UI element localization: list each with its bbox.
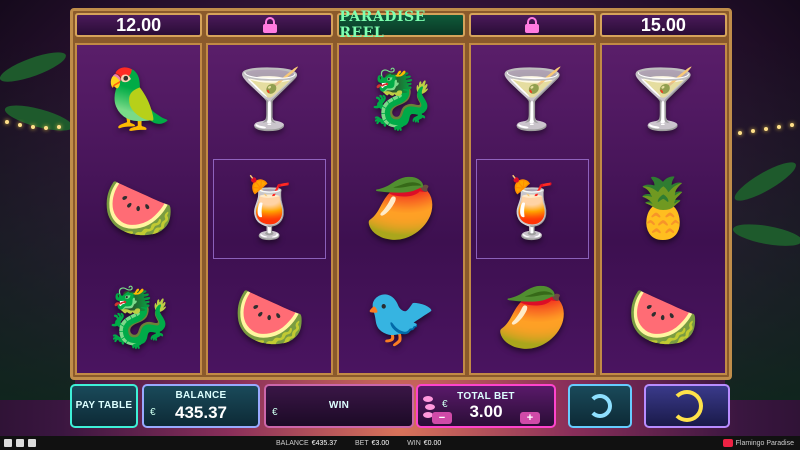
papaya-icon: 🥭 [496,285,569,351]
watermelon-icon: 🍉 [627,285,700,351]
reels-area: 🦜 🍉 🐉 🍸 🍹 🍉 🐉 🥭 🐦 🍸 🍹 🥭 🍸 🍍 🍉 [75,43,728,375]
bet-value: 3.00 [469,401,503,421]
win-panel: WIN € [264,384,414,428]
status-bet-value: €3.00 [371,439,390,447]
status-bet: BET €3.00 [355,440,389,447]
palm-tree-left [0,40,75,400]
orange-cocktail-icon: 🍹 [233,175,306,241]
reel-1-header: 12.00 [75,13,203,37]
control-bar: PAY TABLE BALANCE 435.37 € WIN € TOTAL B… [70,382,732,432]
dragon-fruit-icon: 🐉 [102,285,175,351]
toucan-icon: 🐦 [364,285,438,351]
bet-label: TOTAL BET [457,390,515,402]
game-title-banner: PARADISE REEL [337,9,465,41]
autoplay-button[interactable] [568,384,632,428]
win-label: WIN [328,399,350,411]
reel-cell: 🍍 [602,154,725,263]
reel-cell: 🐦 [339,264,462,373]
watermelon-icon: 🍉 [233,285,306,351]
status-bar: BALANCE €435.37 BET €3.00 WIN €0.00 Flaming… [0,436,800,450]
reel-cell: 🍉 [602,264,725,373]
balance-currency: € [150,407,156,418]
balance-label: BALANCE [175,389,227,401]
brand-name: Flamingo Paradise [735,439,794,447]
reel-cell: 🍉 [208,264,331,373]
reel-2-header[interactable] [206,13,334,37]
game-title: PARADISE REEL [339,9,426,41]
status-win-label: WIN [407,439,421,447]
autoplay-icon [588,394,612,418]
reel-4-header[interactable] [468,13,596,37]
reel-cell: 🍹 [471,154,594,263]
paytable-button[interactable]: PAY TABLE [70,384,138,428]
string-lights-left [0,120,75,130]
brand-logo-icon [722,439,733,447]
status-balance: BALANCE €435.37 [276,440,337,447]
status-win-value: €0.00 [423,439,442,447]
bet-currency: € [442,399,448,410]
reel-3: 🐉 🥭 🐦 [337,43,465,375]
blue-cocktail-icon: 🍸 [496,66,569,132]
status-win: WIN €0.00 [407,440,441,447]
reel-cell: 🐉 [77,264,200,373]
spin-button[interactable] [644,384,730,428]
string-lights-right [735,123,800,135]
reel-1: 🦜 🍉 🐉 [75,43,203,375]
reel-cell: 🍸 [602,45,725,154]
bet-increase-button[interactable]: + [520,412,540,424]
reel-cell: 🍸 [471,45,594,154]
reel-cell: 🐉 [339,45,462,154]
balance-panel: BALANCE 435.37 € [142,384,260,428]
spin-icon [671,390,703,422]
slot-machine-frame: 12.00 PARADISE REEL 15.00 🦜 🍉 🐉 🍸 🍹 🍉 🐉 🥭 🐦 🍸 🍹 🥭 🍸 🍍… [70,8,732,380]
info-icon[interactable] [16,439,24,447]
palm-tree-right [725,40,800,400]
parrot-icon: 🦜 [102,66,175,132]
bet-decrease-button[interactable]: − [432,412,452,424]
papaya-icon: 🥭 [364,175,438,241]
blue-cocktail-icon: 🍸 [233,66,306,132]
status-balance-value: €435.37 [311,439,337,447]
reel-1-value: 12.00 [116,14,162,35]
reel-cell: 🦜 [77,45,200,154]
lock-icon[interactable] [524,17,540,33]
reel-4: 🍸 🍹 🥭 [468,43,596,375]
reel-2: 🍸 🍹 🍉 [206,43,334,375]
reel-cell: 🍹 [208,154,331,263]
reel-5-header: 15.00 [599,13,728,37]
orange-cocktail-icon: 🍹 [496,175,569,241]
reel-cell: 🍉 [77,154,200,263]
paytable-label: PAY TABLE [75,400,133,411]
win-currency: € [272,407,278,418]
dragon-fruit-icon: 🐉 [364,66,438,132]
menu-icon[interactable] [4,439,12,447]
reel-cell: 🍸 [208,45,331,154]
top-bar: 12.00 PARADISE REEL 15.00 [75,9,728,41]
reel-cell: 🥭 [339,154,462,263]
watermelon-icon: 🍉 [102,175,175,241]
pineapple-icon: 🍍 [627,175,700,241]
reel-5-value: 15.00 [640,14,686,35]
reel-5: 🍸 🍍 🍉 [599,43,728,375]
balance-value: 435.37 [175,402,227,422]
sound-icon[interactable] [28,439,36,447]
reel-cell: 🥭 [471,264,594,373]
lock-icon[interactable] [262,17,278,33]
brand: Flamingo Paradise [722,439,794,447]
total-bet-panel: TOTAL BET 3.00 € − + [416,384,556,428]
status-bet-label: BET [355,439,369,447]
blue-cocktail-icon: 🍸 [627,66,700,132]
status-balance-label: BALANCE [276,439,309,447]
